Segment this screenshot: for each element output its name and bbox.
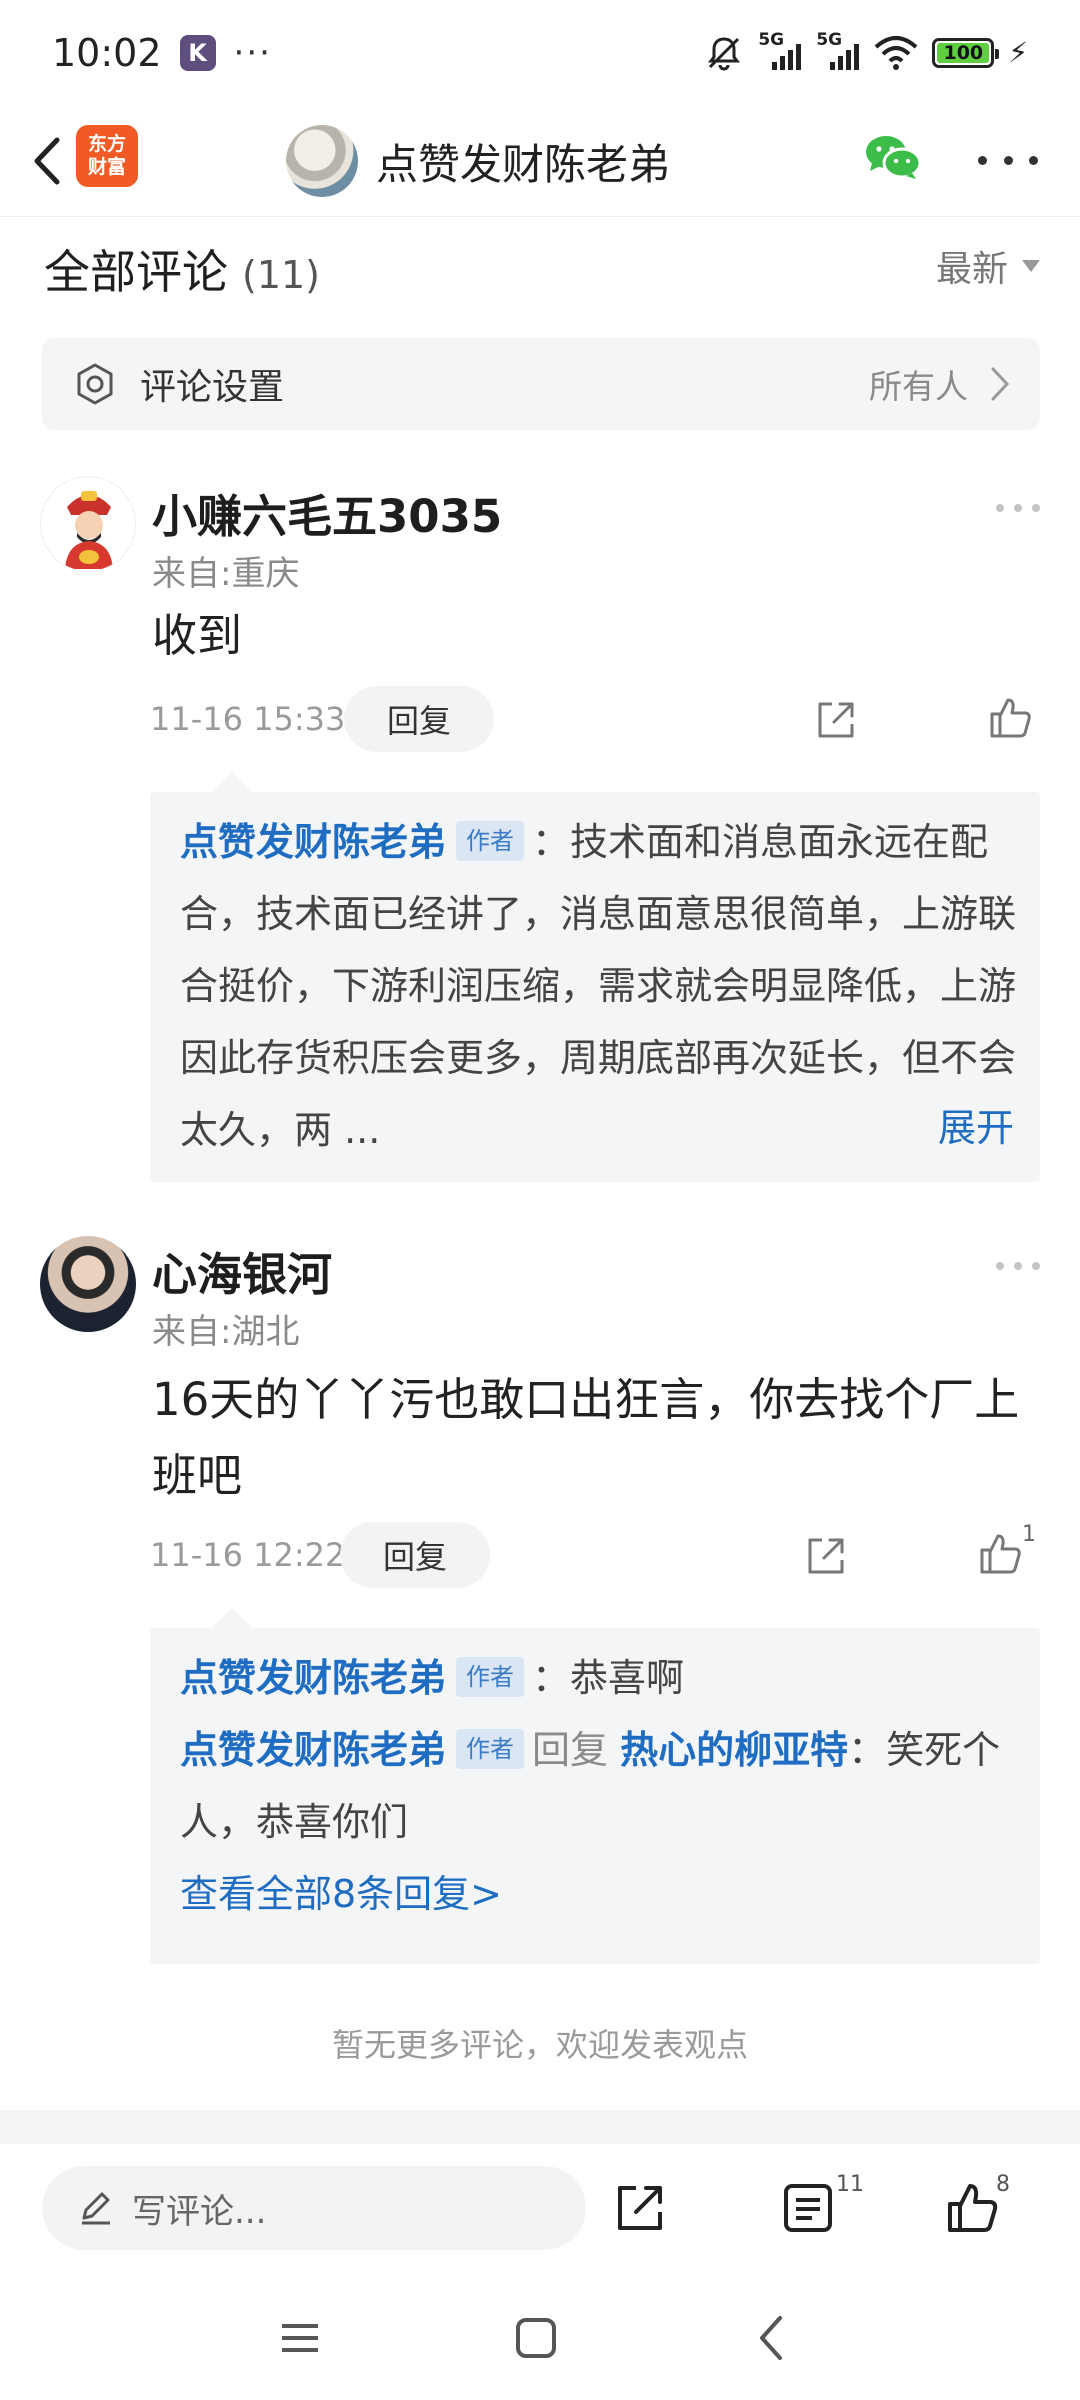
- back-icon[interactable]: [748, 2314, 796, 2362]
- reply-text: ：技术面和消息面永远在配合，技术面已经讲了，消息面意思很简单，上游联合挺价，下游…: [180, 820, 1017, 1152]
- logo-text: 财富: [87, 156, 126, 178]
- signal-icon: 5G: [758, 30, 802, 70]
- comments-count: (11): [242, 253, 321, 297]
- status-left: 10:02 K ···: [52, 31, 272, 75]
- wechat-icon[interactable]: [862, 127, 924, 189]
- share-icon[interactable]: [812, 696, 860, 744]
- settings-label: 评论设置: [140, 367, 285, 408]
- status-bar: 10:02 K ··· 5G 5G 100 ⚡: [0, 0, 1080, 105]
- comment-settings-bar[interactable]: 评论设置 所有人: [42, 338, 1040, 430]
- comment-text: 收到: [152, 609, 243, 662]
- share-icon[interactable]: [612, 2180, 668, 2236]
- comments-header: 全部评论 (11): [44, 236, 320, 302]
- commenter-location: 来自:湖北: [152, 1312, 300, 1352]
- author-profile[interactable]: 点赞发财陈老弟: [286, 119, 670, 203]
- view-all-replies-link[interactable]: 查看全部8条回复>: [180, 1858, 1020, 1930]
- author-avatar: [286, 125, 358, 197]
- charging-icon: ⚡: [1008, 36, 1028, 69]
- mute-icon: [708, 36, 741, 70]
- sort-selector[interactable]: 最新: [936, 240, 1040, 292]
- notification-more-icon: ···: [233, 32, 272, 73]
- thumbs-up-icon[interactable]: [986, 694, 1034, 742]
- home-icon[interactable]: [512, 2314, 560, 2362]
- comment-count-badge: 11: [836, 2172, 864, 2197]
- reply-word: 回复: [532, 1728, 609, 1772]
- commenter-name[interactable]: 小赚六毛五3035: [152, 480, 502, 545]
- pencil-icon: [82, 2192, 110, 2225]
- menu-icon[interactable]: [276, 2314, 324, 2362]
- bottom-action-bar: 写评论... 11 8: [0, 2144, 1080, 2272]
- thumbs-up-icon[interactable]: [976, 1530, 1024, 1578]
- reply-button[interactable]: 回复: [344, 686, 494, 752]
- back-button[interactable]: [18, 131, 74, 191]
- system-navigation-bar: [0, 2272, 1080, 2400]
- list-icon[interactable]: [780, 2180, 836, 2236]
- nav-bar: 东方 财富 点赞发财陈老弟: [0, 105, 1080, 217]
- reply-author[interactable]: 点赞发财陈老弟: [180, 820, 446, 864]
- comment-input[interactable]: 写评论...: [42, 2166, 586, 2250]
- author-badge: 作者: [456, 1729, 525, 1769]
- reply-author[interactable]: 点赞发财陈老弟: [180, 1728, 446, 1772]
- reply-box[interactable]: 点赞发财陈老弟 作者 ：技术面和消息面永远在配合，技术面已经讲了，消息面意思很简单，…: [150, 772, 1040, 1182]
- caishen-avatar-icon: [42, 478, 135, 571]
- reply-box[interactable]: 点赞发财陈老弟 作者 ：恭喜啊 点赞发财陈老弟 作者 回复 热心的柳亚特：笑死个人，恭喜…: [150, 1608, 1040, 1964]
- reply-item: 点赞发财陈老弟 作者 回复 热心的柳亚特：笑死个人，恭喜你们: [180, 1714, 1020, 1858]
- author-badge: 作者: [456, 821, 525, 861]
- commenter-avatar[interactable]: [40, 476, 136, 572]
- author-badge: 作者: [456, 1657, 525, 1697]
- notification-app-icon: K: [179, 34, 216, 71]
- page-title: 点赞发财陈老弟: [376, 139, 671, 189]
- status-time: 10:02: [52, 30, 162, 75]
- logo-text: 东方: [87, 133, 126, 155]
- comment-time: 11-16 15:33: [150, 700, 346, 738]
- comment-more-button[interactable]: [996, 504, 1040, 516]
- reply-author[interactable]: 点赞发财陈老弟: [180, 1656, 446, 1700]
- reply-item: 点赞发财陈老弟 作者 ：技术面和消息面永远在配合，技术面已经讲了，消息面意思很简单，…: [180, 806, 1020, 1166]
- reply-item: 点赞发财陈老弟 作者 ：恭喜啊: [180, 1642, 1020, 1714]
- reply-text: ：恭喜啊: [532, 1656, 685, 1700]
- wifi-icon: [874, 35, 918, 70]
- more-icon: [978, 155, 987, 165]
- battery-level: 100: [937, 42, 990, 64]
- reply-button[interactable]: 回复: [340, 1522, 490, 1588]
- comments-title: 全部评论: [44, 245, 228, 299]
- expand-link[interactable]: 展开: [923, 1092, 1014, 1164]
- comment-input-placeholder: 写评论...: [132, 2191, 267, 2232]
- like-count-badge: 8: [996, 2172, 1010, 2197]
- commenter-location: 来自:重庆: [152, 554, 300, 594]
- commenter-name[interactable]: 心海银河: [152, 1238, 332, 1303]
- more-icon: [996, 1262, 1004, 1270]
- chevron-right-icon: [991, 367, 1010, 401]
- thumbs-up-icon[interactable]: [944, 2180, 1000, 2236]
- comment-more-button[interactable]: [996, 1262, 1040, 1274]
- status-right: 5G 5G 100 ⚡: [704, 30, 1028, 73]
- sort-label: 最新: [935, 249, 1008, 290]
- like-count: 1: [1022, 1522, 1036, 1547]
- no-more-comments-note: 暂无更多评论，欢迎发表观点: [331, 2026, 748, 2064]
- more-button[interactable]: [978, 145, 1038, 175]
- app-logo[interactable]: 东方 财富: [76, 125, 138, 187]
- settings-value: 所有人: [869, 367, 968, 406]
- signal-icon: 5G: [816, 30, 860, 70]
- comment-time: 11-16 12:22: [150, 1536, 346, 1574]
- caret-down-icon: [1022, 260, 1040, 272]
- divider: [0, 2110, 1080, 2144]
- commenter-avatar[interactable]: [40, 1236, 136, 1332]
- gear-icon: [77, 363, 113, 405]
- reply-target[interactable]: 热心的柳亚特: [620, 1728, 848, 1772]
- comment-text: 16天的丫丫污也敢口出狂言，你去找个厂上班吧: [152, 1373, 1020, 1502]
- share-icon[interactable]: [802, 1532, 850, 1580]
- battery-icon: 100: [932, 37, 1000, 68]
- back-icon: [34, 137, 60, 185]
- more-icon: [996, 504, 1004, 512]
